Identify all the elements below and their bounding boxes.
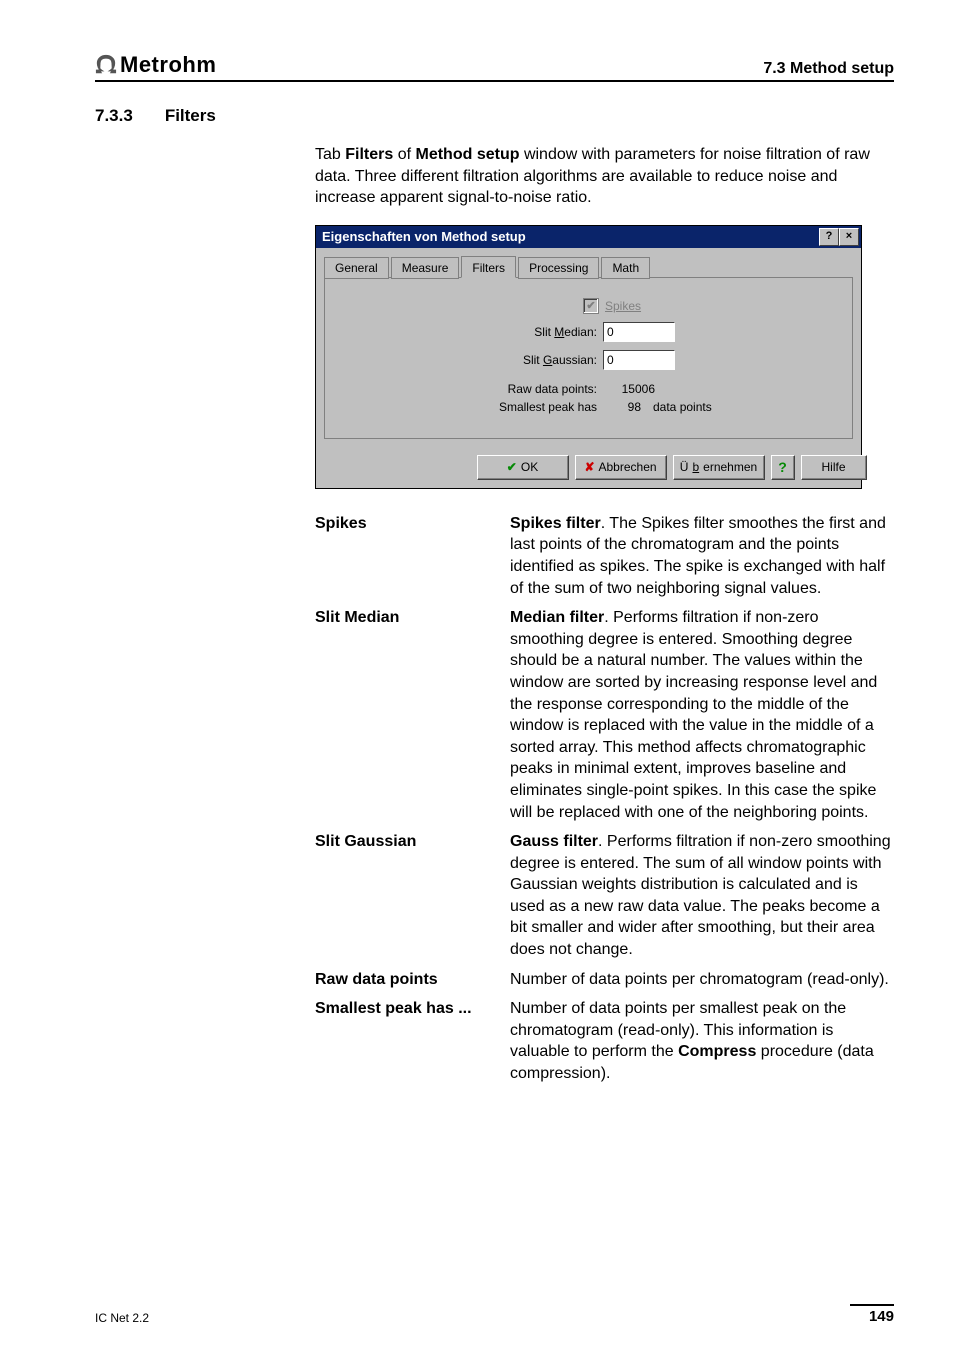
section-number: 7.3.3 xyxy=(95,106,133,125)
def-desc: Number of data points per smallest peak … xyxy=(510,994,894,1088)
definition-row: Spikes Spikes filter. The Spikes filter … xyxy=(315,509,894,603)
def-term: Slit Median xyxy=(315,603,510,827)
def-desc: Number of data points per chromatogram (… xyxy=(510,965,894,995)
ok-button[interactable]: ✔OK xyxy=(477,455,569,480)
tab-math[interactable]: Math xyxy=(601,257,650,279)
page-header: Metrohm 7.3 Method setup xyxy=(95,52,894,82)
raw-points-value: 15006 xyxy=(609,382,655,396)
tabstrip: General Measure Filters Processing Math xyxy=(324,256,853,278)
spikes-checkbox[interactable]: ✔ xyxy=(583,298,599,314)
brand-name: Metrohm xyxy=(120,52,216,78)
slit-median-input[interactable] xyxy=(603,322,675,342)
raw-points-label: Raw data points: xyxy=(335,382,597,396)
method-setup-dialog: Eigenschaften von Method setup ? × Gener… xyxy=(315,225,862,489)
tab-processing[interactable]: Processing xyxy=(518,257,599,279)
definitions-table: Spikes Spikes filter. The Spikes filter … xyxy=(315,509,894,1089)
def-term: Smallest peak has ... xyxy=(315,994,510,1088)
cancel-button[interactable]: ✘Abbrechen xyxy=(575,455,667,480)
def-desc: Median filter. Performs filtration if no… xyxy=(510,603,894,827)
tab-general[interactable]: General xyxy=(324,257,389,279)
smallest-peak-label: Smallest peak has xyxy=(335,400,597,414)
def-term: Slit Gaussian xyxy=(315,827,510,965)
brand-logo: Metrohm xyxy=(95,52,216,78)
omega-icon xyxy=(95,54,117,76)
section-heading: 7.3.3 Filters xyxy=(95,106,894,126)
def-term: Spikes xyxy=(315,509,510,603)
section-title: Filters xyxy=(165,106,216,125)
help-icon-button[interactable]: ? xyxy=(771,455,795,480)
definition-row: Slit Gaussian Gauss filter. Performs fil… xyxy=(315,827,894,965)
titlebar-help-button[interactable]: ? xyxy=(819,228,839,246)
intro-paragraph: Tab Filters of Method setup window with … xyxy=(315,144,894,209)
help-button[interactable]: Hilfe xyxy=(801,455,867,480)
tab-measure[interactable]: Measure xyxy=(391,257,460,279)
tab-panel: ✔ Spikes Slit Median: Slit Gaussian: Raw… xyxy=(324,277,853,439)
page-footer: IC Net 2.2 149 xyxy=(95,1304,894,1325)
def-desc: Spikes filter. The Spikes filter smoothe… xyxy=(510,509,894,603)
dialog-button-row: ✔OK ✘Abbrechen Übernehmen ? Hilfe xyxy=(316,447,861,488)
x-icon: ✘ xyxy=(584,460,594,474)
definition-row: Raw data points Number of data points pe… xyxy=(315,965,894,995)
slit-gaussian-input[interactable] xyxy=(603,350,675,370)
dialog-titlebar: Eigenschaften von Method setup ? × xyxy=(316,226,861,248)
question-icon: ? xyxy=(778,459,787,475)
page-number: 149 xyxy=(850,1304,894,1325)
checkmark-icon: ✔ xyxy=(507,460,517,474)
apply-button[interactable]: Übernehmen xyxy=(673,455,765,480)
def-term: Raw data points xyxy=(315,965,510,995)
smallest-peak-suffix: data points xyxy=(653,400,712,414)
smallest-peak-value: 98 xyxy=(609,400,641,414)
tab-filters[interactable]: Filters xyxy=(461,256,516,278)
def-desc: Gauss filter. Performs filtration if non… xyxy=(510,827,894,965)
definition-row: Smallest peak has ... Number of data poi… xyxy=(315,994,894,1088)
titlebar-close-button[interactable]: × xyxy=(839,228,859,246)
breadcrumb: 7.3 Method setup xyxy=(763,60,894,78)
spikes-label: Spikes xyxy=(605,299,641,313)
dialog-title: Eigenschaften von Method setup xyxy=(322,229,526,244)
definition-row: Slit Median Median filter. Performs filt… xyxy=(315,603,894,827)
footer-product: IC Net 2.2 xyxy=(95,1311,149,1325)
slit-median-label: Slit Median: xyxy=(335,325,597,339)
slit-gaussian-label: Slit Gaussian: xyxy=(335,353,597,367)
